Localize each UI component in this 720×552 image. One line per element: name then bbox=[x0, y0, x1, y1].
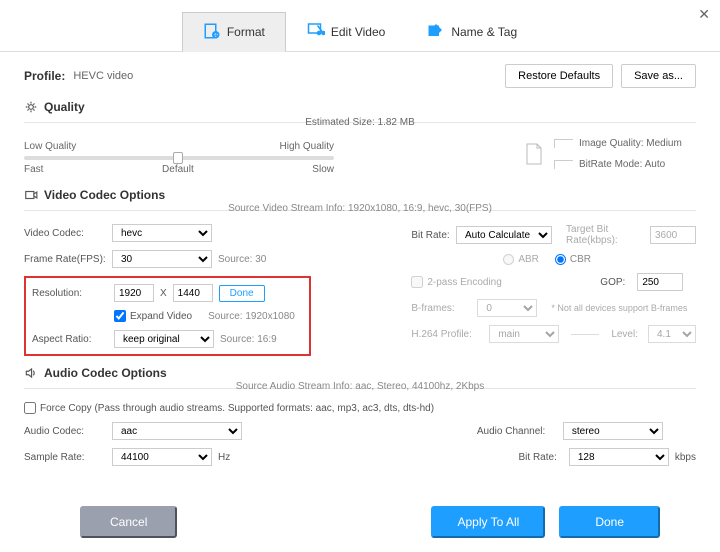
audio-codec-label: Audio Codec: bbox=[24, 426, 106, 437]
video-codec-label: Video Codec: bbox=[24, 228, 106, 239]
tab-format-label: Format bbox=[227, 25, 265, 39]
audio-codec-select[interactable]: aac bbox=[112, 422, 242, 440]
abr-radio[interactable]: ABR bbox=[503, 254, 539, 265]
hz-label: Hz bbox=[218, 452, 230, 463]
aspect-ratio-source: Source: 16:9 bbox=[220, 334, 277, 345]
audio-codec-title: Audio Codec Options bbox=[24, 366, 696, 380]
restore-defaults-button[interactable]: Restore Defaults bbox=[505, 64, 613, 88]
resolution-x: X bbox=[160, 288, 167, 299]
gop-label: GOP: bbox=[577, 277, 625, 288]
resolution-highlight-box: Resolution: X Done Expand Video Source: … bbox=[24, 276, 311, 356]
two-pass-checkbox[interactable]: 2-pass Encoding bbox=[411, 276, 571, 288]
video-codec-select[interactable]: hevc bbox=[112, 224, 212, 242]
quality-slider[interactable]: Low Quality High Quality Fast Default Sl… bbox=[24, 141, 334, 175]
resolution-width-input[interactable] bbox=[114, 284, 154, 302]
kbps-label: kbps bbox=[675, 452, 696, 463]
tab-name-label: Name & Tag bbox=[451, 25, 517, 39]
low-quality-label: Low Quality bbox=[24, 141, 76, 152]
resolution-source: Source: 1920x1080 bbox=[208, 311, 295, 322]
cancel-button[interactable]: Cancel bbox=[80, 506, 177, 538]
apply-to-all-button[interactable]: Apply To All bbox=[431, 506, 545, 538]
bframes-select: 0 bbox=[477, 299, 537, 317]
tab-bar: Format Edit Video Name & Tag bbox=[0, 0, 720, 52]
done-button[interactable]: Done bbox=[559, 506, 660, 538]
audio-source-info: Source Audio Stream Info: aac, Stereo, 4… bbox=[24, 381, 696, 392]
tab-format[interactable]: Format bbox=[182, 12, 286, 52]
resolution-done-button[interactable]: Done bbox=[219, 285, 265, 302]
format-icon bbox=[203, 22, 221, 43]
resolution-height-input[interactable] bbox=[173, 284, 213, 302]
aspect-ratio-label: Aspect Ratio: bbox=[32, 334, 108, 345]
close-button[interactable]: ✕ bbox=[698, 6, 710, 23]
audio-channel-label: Audio Channel: bbox=[477, 426, 557, 437]
default-label: Default bbox=[162, 164, 194, 175]
quality-title: Quality bbox=[24, 100, 696, 114]
target-bitrate-input bbox=[650, 226, 696, 244]
force-copy-checkbox[interactable]: Force Copy (Pass through audio streams. … bbox=[24, 402, 434, 414]
scissors-icon bbox=[307, 21, 325, 42]
sample-rate-select[interactable]: 44100 bbox=[112, 448, 212, 466]
cbr-radio[interactable]: CBR bbox=[555, 254, 591, 265]
aspect-ratio-select[interactable]: keep original bbox=[114, 330, 214, 348]
bit-rate-label: Bit Rate: bbox=[411, 230, 450, 241]
frame-rate-label: Frame Rate(FPS): bbox=[24, 254, 106, 265]
video-icon bbox=[24, 188, 38, 202]
target-bitrate-label: Target Bit Rate(kbps): bbox=[566, 224, 644, 246]
tab-edit-label: Edit Video bbox=[331, 25, 386, 39]
fast-label: Fast bbox=[24, 164, 43, 175]
gear-icon bbox=[24, 100, 38, 114]
frame-rate-source: Source: 30 bbox=[218, 254, 266, 265]
audio-bitrate-select[interactable]: 128 bbox=[569, 448, 669, 466]
frame-rate-select[interactable]: 30 bbox=[112, 250, 212, 268]
high-quality-label: High Quality bbox=[280, 141, 334, 152]
video-codec-title: Video Codec Options bbox=[24, 188, 696, 202]
bitrate-mode-text: BitRate Mode: Auto bbox=[554, 159, 682, 170]
bit-rate-select[interactable]: Auto Calculate bbox=[456, 226, 552, 244]
video-source-info: Source Video Stream Info: 1920x1080, 16:… bbox=[24, 203, 696, 214]
level-label: Level: bbox=[611, 329, 638, 340]
slider-thumb[interactable] bbox=[173, 152, 183, 164]
level-select: 4.1 bbox=[648, 325, 696, 343]
tab-name-tag[interactable]: Name & Tag bbox=[406, 12, 538, 51]
sample-rate-label: Sample Rate: bbox=[24, 452, 106, 463]
expand-video-checkbox[interactable]: Expand Video bbox=[114, 310, 192, 322]
h264-profile-label: H.264 Profile: bbox=[411, 329, 483, 340]
tab-edit-video[interactable]: Edit Video bbox=[286, 12, 407, 51]
bframes-label: B-frames: bbox=[411, 303, 471, 314]
save-as-button[interactable]: Save as... bbox=[621, 64, 696, 88]
image-quality-text: Image Quality: Medium bbox=[554, 138, 682, 149]
audio-bitrate-label: Bit Rate: bbox=[477, 452, 557, 463]
speaker-icon bbox=[24, 366, 38, 380]
gop-input[interactable] bbox=[637, 273, 683, 291]
estimated-size: Estimated Size: 1.82 MB bbox=[24, 117, 696, 128]
page-icon bbox=[524, 142, 544, 166]
bframes-note: * Not all devices support B-frames bbox=[551, 303, 687, 313]
slow-label: Slow bbox=[312, 164, 334, 175]
resolution-label: Resolution: bbox=[32, 288, 108, 299]
profile-label: Profile: bbox=[24, 69, 65, 83]
h264-profile-select: main bbox=[489, 325, 559, 343]
pencil-icon bbox=[427, 21, 445, 42]
profile-value: HEVC video bbox=[73, 70, 133, 82]
audio-channel-select[interactable]: stereo bbox=[563, 422, 663, 440]
